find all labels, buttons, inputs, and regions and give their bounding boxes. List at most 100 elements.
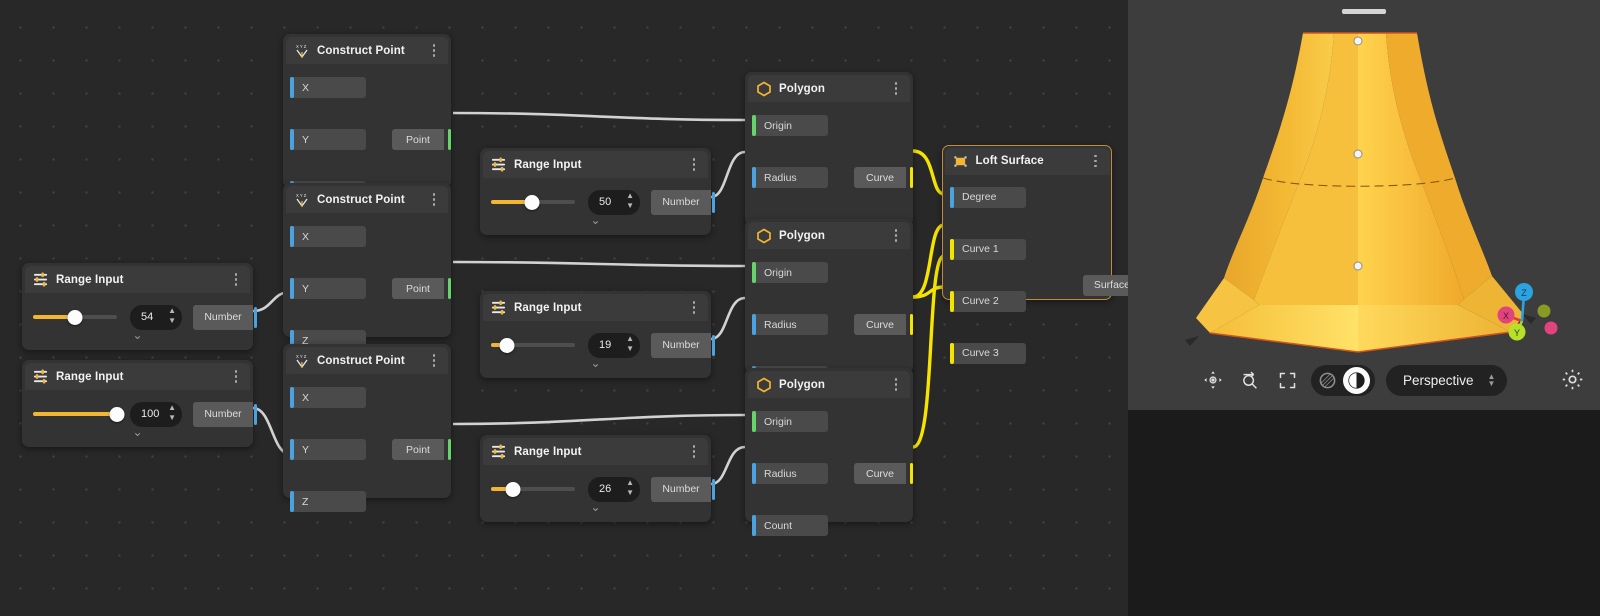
stepper[interactable]: ▲ ▼ (626, 479, 634, 496)
viewport-panel[interactable]: Z X Y (1128, 0, 1600, 410)
control-point[interactable] (1354, 262, 1363, 271)
node-menu-button[interactable] (428, 353, 440, 369)
wireframe-shading-icon[interactable] (1314, 367, 1341, 394)
value-field[interactable]: 50 ▲ ▼ (588, 190, 640, 215)
node-header[interactable]: Polygon (748, 75, 910, 102)
stepper-down-icon[interactable]: ▼ (168, 414, 176, 421)
collapse-chevron-icon[interactable]: ⌄ (491, 215, 700, 231)
node-range-input[interactable]: Range Input 100 ▲ ▼ (22, 360, 253, 447)
stepper[interactable]: ▲ ▼ (168, 404, 176, 421)
port-in-curve-2[interactable]: Curve 2 (950, 291, 1026, 312)
node-menu-button[interactable] (230, 369, 242, 385)
node-loft-surface[interactable]: Loft Surface Degree Curve 1 Curve 2 (942, 145, 1112, 300)
zoom-search-icon[interactable] (1237, 367, 1263, 393)
node-range-input[interactable]: Range Input 26 ▲ ▼ (480, 435, 711, 522)
node-polygon[interactable]: Polygon Origin Radius Curve (745, 72, 913, 226)
collapse-chevron-icon[interactable]: ⌄ (33, 427, 242, 443)
range-slider[interactable] (491, 480, 575, 498)
projection-dropdown[interactable]: Perspective ▲ ▼ (1386, 365, 1507, 396)
node-range-input[interactable]: Range Input 50 ▲ ▼ (480, 148, 711, 235)
axis-neg-y-handle[interactable] (1538, 305, 1551, 318)
node-menu-button[interactable] (230, 272, 242, 288)
viewport-3d-scene[interactable] (1128, 0, 1600, 410)
control-point[interactable] (1354, 37, 1363, 46)
node-header[interactable]: Range Input (483, 294, 708, 321)
collapse-chevron-icon[interactable]: ⌄ (491, 502, 700, 518)
collapse-chevron-icon[interactable]: ⌄ (33, 330, 242, 346)
collapse-chevron-icon[interactable]: ⌄ (491, 358, 700, 374)
node-header[interactable]: Range Input (25, 363, 250, 390)
node-menu-button[interactable] (688, 444, 700, 460)
node-header[interactable]: Polygon (748, 222, 910, 249)
port-out-number[interactable]: Number (651, 190, 711, 215)
chevron-updown-icon[interactable]: ▲ ▼ (1488, 374, 1496, 387)
node-menu-button[interactable] (428, 43, 440, 59)
orbit-icon[interactable] (1200, 367, 1226, 393)
slider-knob[interactable] (505, 482, 520, 497)
node-menu-button[interactable] (890, 228, 902, 244)
node-menu-button[interactable] (890, 81, 902, 97)
node-polygon[interactable]: Polygon Origin Radius Curve (745, 368, 913, 522)
node-construct-point[interactable]: X Y Z Construct Point X Y (283, 183, 451, 337)
value-field[interactable]: 100 ▲ ▼ (130, 402, 182, 427)
stepper-up-icon[interactable]: ▲ (626, 479, 634, 486)
node-header[interactable]: Range Input (25, 266, 250, 293)
node-graph-canvas[interactable]: Range Input 54 ▲ ▼ (0, 0, 1128, 616)
stepper-down-icon[interactable]: ▼ (626, 345, 634, 352)
node-header[interactable]: X Y Z Construct Point (286, 186, 448, 213)
stepper-down-icon[interactable]: ▼ (168, 317, 176, 324)
stepper-up-icon[interactable]: ▲ (626, 335, 634, 342)
stepper[interactable]: ▲ ▼ (626, 335, 634, 352)
port-out-number[interactable]: Number (651, 477, 711, 502)
stepper-up-icon[interactable]: ▲ (626, 192, 634, 199)
range-slider[interactable] (491, 193, 575, 211)
port-in-z[interactable]: Z (290, 491, 366, 512)
node-range-input[interactable]: Range Input 19 ▲ ▼ (480, 291, 711, 378)
node-menu-button[interactable] (688, 157, 700, 173)
fit-to-screen-icon[interactable] (1274, 367, 1300, 393)
node-header[interactable]: Loft Surface (945, 148, 1110, 175)
value-field[interactable]: 54 ▲ ▼ (130, 305, 182, 330)
control-point[interactable] (1354, 150, 1363, 159)
node-polygon[interactable]: Polygon Origin Radius Curve (745, 219, 913, 373)
value-field[interactable]: 26 ▲ ▼ (588, 477, 640, 502)
shaded-shading-icon[interactable] (1343, 367, 1370, 394)
slider-knob[interactable] (110, 407, 125, 422)
stepper[interactable]: ▲ ▼ (626, 192, 634, 209)
range-slider[interactable] (33, 405, 117, 423)
slider-knob[interactable] (499, 338, 514, 353)
port-out-surface[interactable]: Surface (1083, 275, 1128, 296)
node-range-input[interactable]: Range Input 54 ▲ ▼ (22, 263, 253, 350)
port-out-number[interactable]: Number (651, 333, 711, 358)
gear-icon[interactable] (1560, 367, 1586, 393)
port-out-number[interactable]: Number (193, 402, 253, 427)
stepper[interactable]: ▲ ▼ (168, 307, 176, 324)
shading-mode-toggle[interactable] (1311, 365, 1375, 396)
node-header[interactable]: Range Input (483, 151, 708, 178)
node-header[interactable]: Polygon (748, 371, 910, 398)
range-slider[interactable] (491, 336, 575, 354)
stepper-down-icon[interactable]: ▼ (626, 489, 634, 496)
port-in-curve-3[interactable]: Curve 3 (950, 343, 1026, 364)
port-in-count[interactable]: Count (752, 515, 828, 536)
node-construct-point[interactable]: X Y Z Construct Point X Y (283, 344, 451, 498)
value-field[interactable]: 19 ▲ ▼ (588, 333, 640, 358)
stepper-up-icon[interactable]: ▲ (168, 307, 176, 314)
axis-neg-x-handle[interactable] (1545, 322, 1558, 335)
node-construct-point[interactable]: X Y Z Construct Point X Y (283, 34, 451, 188)
stepper-down-icon[interactable]: ▼ (626, 202, 634, 209)
node-menu-button[interactable] (428, 192, 440, 208)
node-header[interactable]: Range Input (483, 438, 708, 465)
node-header[interactable]: X Y Z Construct Point (286, 37, 448, 64)
value-text: 100 (130, 408, 159, 420)
node-header[interactable]: X Y Z Construct Point (286, 347, 448, 374)
node-menu-button[interactable] (890, 377, 902, 393)
port-out-number[interactable]: Number (193, 305, 253, 330)
node-menu-button[interactable] (1090, 153, 1102, 169)
node-menu-button[interactable] (688, 300, 700, 316)
axis-gizmo[interactable]: Z X Y (1492, 280, 1558, 346)
stepper-up-icon[interactable]: ▲ (168, 404, 176, 411)
slider-knob[interactable] (68, 310, 83, 325)
range-slider[interactable] (33, 308, 117, 326)
slider-knob[interactable] (525, 195, 540, 210)
